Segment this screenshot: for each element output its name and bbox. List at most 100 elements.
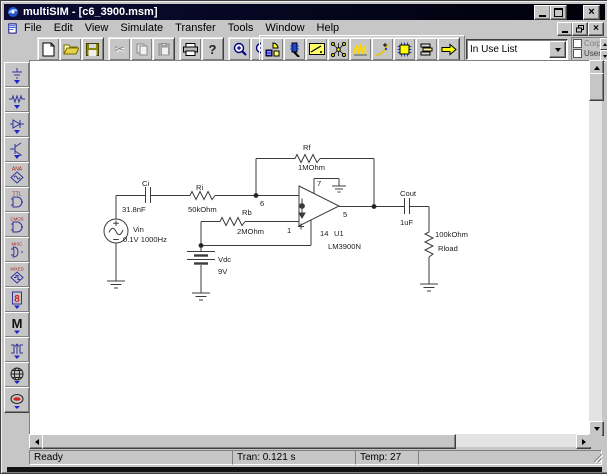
transient-waves-button[interactable] <box>349 37 372 61</box>
seven-segment-icon: 8 <box>9 291 25 309</box>
label-u1-part[interactable]: LM3900N <box>328 242 361 251</box>
diodes-group-button[interactable] <box>4 112 30 138</box>
status-ready: Ready <box>29 450 233 465</box>
controls-icon <box>9 341 25 359</box>
menu-simulate[interactable]: Simulate <box>114 21 169 35</box>
ttl-group-button[interactable]: TTL <box>4 187 30 213</box>
iv-curve-button[interactable] <box>371 37 394 61</box>
cmos-group-button[interactable]: CMOS <box>4 212 30 238</box>
instruments-button[interactable] <box>283 37 306 61</box>
label-cout-val[interactable]: 1uF <box>400 218 413 227</box>
menu-view[interactable]: View <box>79 21 115 35</box>
print-button[interactable] <box>179 37 202 61</box>
mixed-group-button[interactable]: MIXED <box>4 262 30 288</box>
menu-tools[interactable]: Tools <box>222 21 260 35</box>
opamp-u1[interactable] <box>298 186 339 230</box>
triangle-left-icon <box>35 439 39 445</box>
title-bar[interactable]: multiSIM - [c6_3900.msm] × <box>4 4 605 20</box>
resistor-rf[interactable] <box>295 155 320 163</box>
indicators-group-button[interactable]: 8 <box>4 287 30 313</box>
ground-rload[interactable] <box>420 284 438 291</box>
label-vdc-ref[interactable]: Vdc <box>218 255 231 264</box>
properties-button[interactable] <box>305 37 328 61</box>
ground-vdc[interactable] <box>192 293 210 300</box>
label-rload-val[interactable]: 100kOhm <box>435 230 468 239</box>
paste-button[interactable] <box>152 37 175 61</box>
resistor-ri[interactable] <box>190 192 215 200</box>
copy-button[interactable] <box>130 37 153 61</box>
menu-edit[interactable]: Edit <box>48 21 79 35</box>
in-use-list-combobox[interactable]: In Use List <box>466 39 568 60</box>
corp-proj-checkbox[interactable] <box>573 39 582 48</box>
capacitor-cout[interactable] <box>405 198 410 214</box>
label-rf-val[interactable]: 1MOhm <box>298 163 325 172</box>
misc-group-button[interactable]: M <box>4 312 30 338</box>
new-button[interactable] <box>37 37 60 61</box>
ground-vin[interactable] <box>107 281 125 288</box>
ground-pin7[interactable] <box>332 186 346 192</box>
component-toolbars-button[interactable] <box>261 37 284 61</box>
reports-button[interactable] <box>415 37 438 61</box>
database-filter-panel: Corp/Proj User <box>571 37 607 61</box>
label-vdc-val[interactable]: 9V <box>218 267 228 276</box>
analysis-graph-button[interactable] <box>327 37 350 61</box>
help-button[interactable]: ? <box>201 37 224 61</box>
save-button[interactable] <box>81 37 104 61</box>
transistors-group-button[interactable] <box>4 137 30 163</box>
minimize-button[interactable] <box>534 5 551 20</box>
menu-transfer[interactable]: Transfer <box>169 21 222 35</box>
label-ci-val[interactable]: 31.8nF <box>122 205 146 214</box>
child-minimize-button[interactable] <box>557 22 573 36</box>
reports-list-icon <box>420 42 434 56</box>
child-restore-button[interactable] <box>572 22 588 36</box>
resistor-rload[interactable] <box>425 232 433 284</box>
rf-group-button[interactable] <box>4 362 30 388</box>
horizontal-scrollbar[interactable] <box>29 434 589 447</box>
horizontal-scroll-thumb[interactable] <box>42 434 456 449</box>
triangle-down-icon <box>603 55 607 58</box>
label-u1-ref[interactable]: U1 <box>334 229 344 238</box>
misc-digital-group-button[interactable]: MISC <box>4 237 30 263</box>
capacitor-ci[interactable] <box>146 187 151 203</box>
label-vin-val[interactable]: 0.1V 1000Hz <box>123 235 167 244</box>
combo-dropdown-button[interactable] <box>549 41 566 58</box>
vertical-scrollbar[interactable] <box>589 60 602 434</box>
label-rf-ref[interactable]: Rf <box>303 143 311 152</box>
basic-group-button[interactable] <box>4 87 30 113</box>
label-rb-val[interactable]: 2MOhm <box>237 227 264 236</box>
sources-group-button[interactable] <box>4 62 30 88</box>
document-icon[interactable] <box>7 23 18 34</box>
maximize-button[interactable] <box>550 5 567 20</box>
menu-file[interactable]: File <box>18 21 48 35</box>
child-close-button[interactable]: × <box>588 22 604 36</box>
battery-vdc[interactable] <box>187 245 215 293</box>
transfer-button[interactable] <box>437 37 460 61</box>
label-ci-ref[interactable]: Ci <box>142 179 149 188</box>
hdl-chip-button[interactable] <box>393 37 416 61</box>
resize-grip[interactable] <box>593 453 603 463</box>
cut-button[interactable]: ✂ <box>108 37 131 61</box>
vertical-scroll-thumb[interactable] <box>589 73 604 101</box>
label-ri-val[interactable]: 50kOhm <box>188 205 217 214</box>
zoom-in-button[interactable] <box>228 37 251 61</box>
panel-scroll-up-button[interactable] <box>600 38 607 50</box>
label-rload-ref[interactable]: Rload <box>438 244 458 253</box>
user-checkbox[interactable] <box>573 49 582 58</box>
electromechanical-group-button[interactable] <box>4 387 30 413</box>
schematic-canvas[interactable]: Ci 31.8nF Ri 50kOhm Rb 2MOhm Vin 0.1V 10… <box>29 60 589 434</box>
label-ri-ref[interactable]: Ri <box>196 183 203 192</box>
panel-scroll <box>600 38 607 58</box>
menu-help[interactable]: Help <box>311 21 346 35</box>
controls-group-button[interactable] <box>4 337 30 363</box>
minimize-icon <box>539 15 546 17</box>
iv-curve-icon <box>375 42 390 56</box>
label-cout-ref[interactable]: Cout <box>400 189 417 198</box>
analog-group-button[interactable]: ANA <box>4 162 30 188</box>
label-rb-ref[interactable]: Rb <box>242 208 252 217</box>
close-icon: × <box>588 8 594 17</box>
open-button[interactable] <box>59 37 82 61</box>
resistor-rb[interactable] <box>220 218 245 226</box>
menu-window[interactable]: Window <box>259 21 310 35</box>
close-button[interactable]: × <box>583 5 600 20</box>
label-vin-ref[interactable]: Vin <box>133 225 144 234</box>
